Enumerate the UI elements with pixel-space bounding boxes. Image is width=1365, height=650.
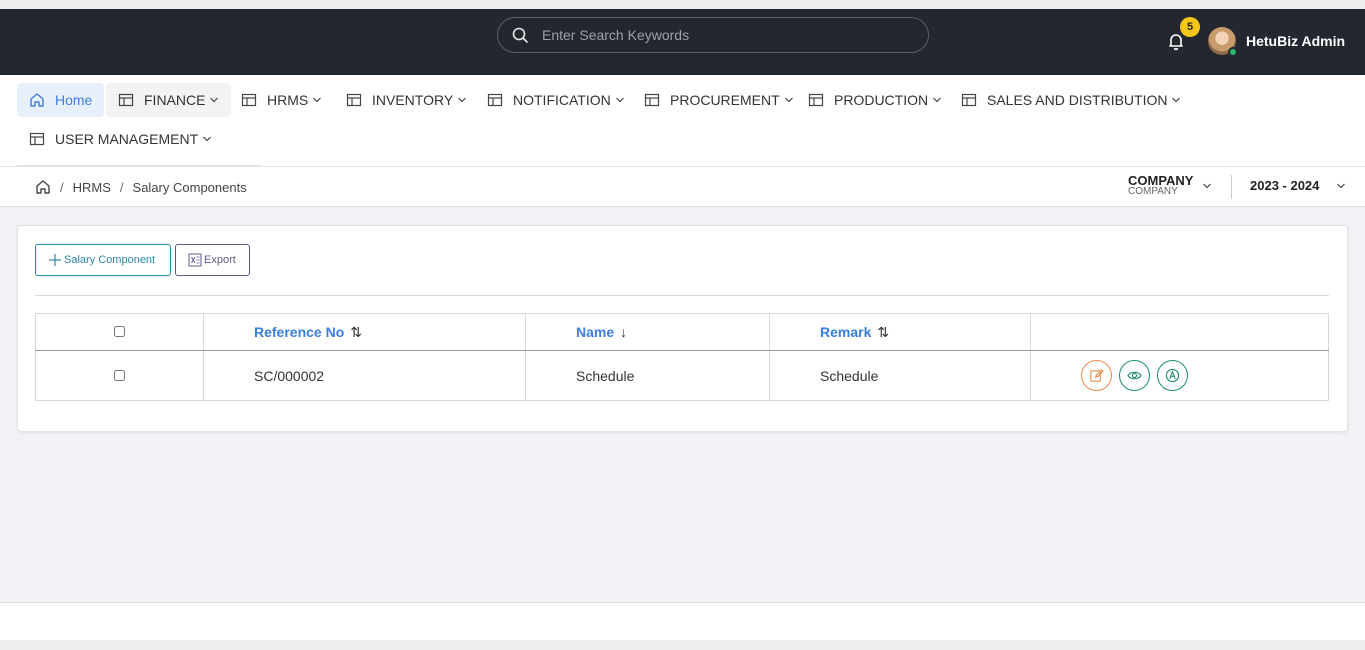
breadcrumb-bar: / HRMS / Salary Components COMPANY COMPA… [0,167,1365,207]
breadcrumb-item-current: Salary Components [132,179,247,195]
breadcrumb-item-hrms[interactable]: HRMS [73,180,111,195]
cell-reference-no: SC/000002 [203,350,526,401]
table-header-row: Reference No ⇅ Name ↓ Remark ⇅ [35,313,1329,351]
nav-item-label: SALES AND DISTRIBUTION [987,92,1168,108]
chevron-down-icon [210,97,219,103]
chevron-down-icon [458,97,467,103]
breadcrumb: / HRMS / Salary Components [35,179,247,195]
select-all-checkbox[interactable] [114,326,125,337]
nav-item-label: NOTIFICATION [513,92,611,108]
row-select-cell [35,350,204,401]
nav-item-procurement[interactable]: PROCUREMENT [632,83,806,117]
sort-icon[interactable]: ⇅ [350,324,362,340]
chevron-down-icon [615,97,624,103]
cell-remark: Schedule [769,350,1031,401]
column-label: Name [576,324,615,340]
edit-icon [1090,369,1104,382]
nav-item-label: PRODUCTION [834,92,929,108]
table-icon [118,93,134,107]
table-row: SC/000002 Schedule Schedule [35,350,1329,401]
column-label: Remark [820,323,872,340]
search-input[interactable] [542,27,902,43]
approve-button[interactable] [1156,360,1188,391]
chevron-down-icon [203,136,212,142]
chevron-down-icon [1172,97,1181,103]
eye-icon [1127,371,1142,380]
nav-item-label: USER MANAGEMENT [55,131,199,147]
column-header-remark[interactable]: Remark ⇅ [769,313,1031,351]
sort-desc-icon[interactable]: ↓ [620,324,627,340]
main-nav: Home FINANCE HRMS INVENTORY NOTIFICATION… [0,75,1365,167]
nav-item-label: FINANCE [144,92,206,108]
add-button-label: Salary Component [64,254,156,266]
edit-button[interactable] [1081,360,1112,391]
notification-badge: 5 [1180,17,1200,37]
chevron-down-icon [933,97,942,103]
table-icon [808,93,824,107]
table-icon [29,132,45,146]
company-selector[interactable]: COMPANY COMPANY [1128,174,1193,197]
home-icon [30,93,44,107]
salary-components-card: Salary Component Export Reference No ⇅ Na… [17,225,1348,432]
fiscal-year-selector[interactable]: 2023 - 2024 [1250,178,1319,193]
breadcrumb-separator: / [119,179,124,195]
nav-item-notification[interactable]: NOTIFICATION [475,83,637,117]
main-content: Salary Component Export Reference No ⇅ Na… [0,208,1365,602]
cell-actions [1030,350,1329,401]
table-icon [961,93,977,107]
nav-item-production[interactable]: PRODUCTION [796,83,954,117]
column-header-actions [1030,313,1329,351]
nav-item-label: INVENTORY [372,92,454,108]
nav-item-label: Home [55,92,93,108]
column-header-name[interactable]: Name ↓ [525,313,770,351]
export-button-label: Export [204,254,236,266]
column-label: Reference No [254,323,345,340]
chevron-down-icon [313,97,322,103]
company-sublabel: COMPANY [1128,186,1178,197]
table-icon [487,93,503,107]
online-status-dot [1228,47,1238,57]
export-button[interactable]: Export [175,244,250,276]
approve-icon [1165,368,1179,383]
table-icon [241,93,257,107]
nav-item-label: HRMS [267,92,309,108]
nav-item-user-management[interactable]: USER MANAGEMENT [17,122,224,156]
nav-item-sales-and-distribution[interactable]: SALES AND DISTRIBUTION [949,83,1193,117]
breadcrumb-separator: / [60,179,64,195]
nav-item-finance[interactable]: FINANCE [106,83,232,117]
plus-icon [49,254,61,266]
search-icon [512,27,528,43]
salary-components-table: Reference No ⇅ Name ↓ Remark ⇅ SC/000002 Sc… [35,313,1329,401]
nav-item-label: PROCUREMENT [670,92,780,108]
home-icon[interactable] [35,179,51,195]
column-header-reference-no[interactable]: Reference No ⇅ [203,313,526,351]
footer [0,602,1365,640]
excel-icon [188,253,202,267]
selector-divider [1231,175,1232,199]
header-select-cell [35,313,204,351]
chevron-down-icon[interactable] [1202,181,1212,191]
toolbar-divider [35,295,1329,296]
cell-name: Schedule [525,350,770,401]
table-icon [346,93,362,107]
user-name[interactable]: HetuBiz Admin [1246,33,1345,49]
nav-item-home[interactable]: Home [17,83,105,117]
chevron-down-icon[interactable] [1336,181,1346,191]
nav-item-inventory[interactable]: INVENTORY [334,83,479,117]
table-icon [644,93,660,107]
add-salary-component-button[interactable]: Salary Component [35,244,171,276]
view-button[interactable] [1118,360,1150,391]
nav-item-hrms[interactable]: HRMS [229,83,334,117]
chevron-down-icon [784,97,793,103]
nav-divider [17,165,262,166]
search-box[interactable] [497,17,929,53]
row-checkbox[interactable] [114,369,125,381]
top-bar: 5 HetuBiz Admin [0,9,1365,75]
sort-icon[interactable]: ⇅ [877,324,889,340]
